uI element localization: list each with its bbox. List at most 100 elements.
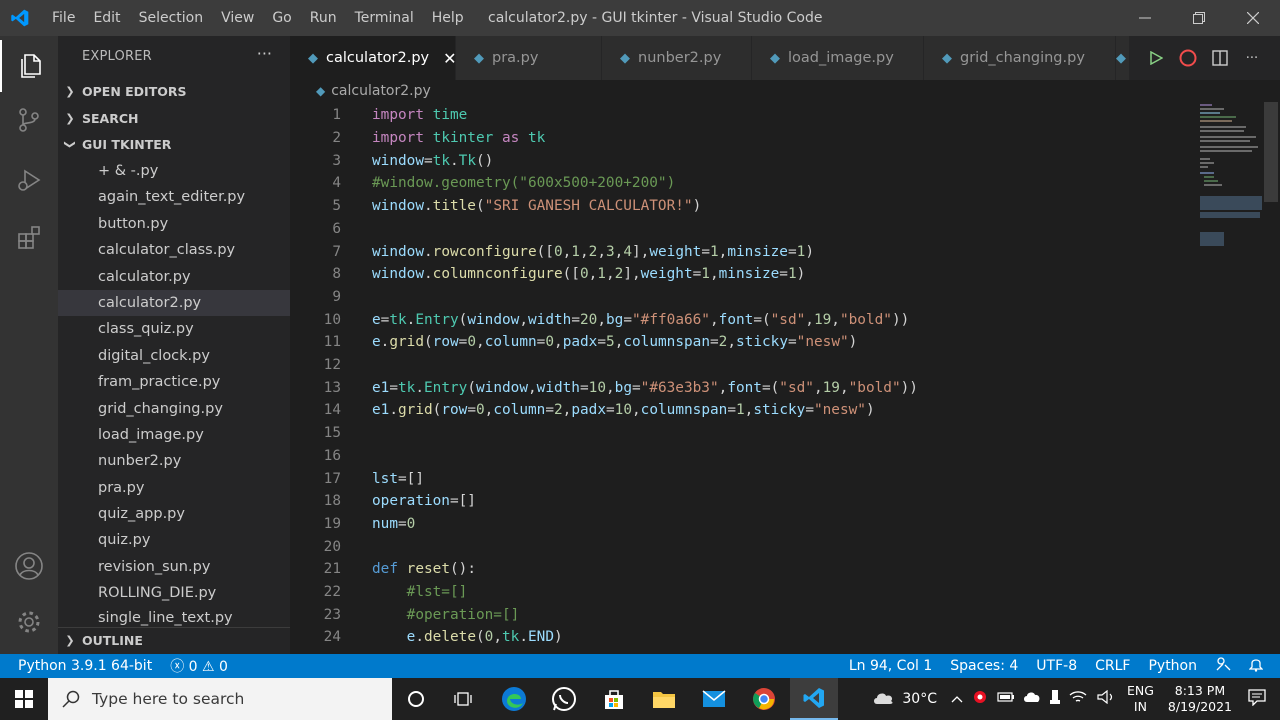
- volume-icon[interactable]: [1097, 689, 1115, 708]
- menu-go[interactable]: Go: [266, 0, 297, 36]
- python-file-icon: ◆: [770, 50, 780, 66]
- notifications-bell-icon[interactable]: [1240, 656, 1272, 676]
- wifi-icon[interactable]: [1069, 690, 1087, 708]
- start-button[interactable]: [0, 678, 48, 720]
- temperature[interactable]: 30°C: [902, 691, 937, 707]
- menu-terminal[interactable]: Terminal: [349, 0, 420, 36]
- cloud-sync-icon[interactable]: [1023, 690, 1041, 708]
- line-number: 1: [332, 107, 341, 124]
- split-editor-button[interactable]: [1204, 50, 1236, 66]
- ellipsis-icon: ···: [1245, 50, 1259, 66]
- whatsapp-icon[interactable]: [540, 678, 588, 720]
- outline-section[interactable]: ❯ OUTLINE: [58, 627, 290, 653]
- file-item[interactable]: again_text_editer.py: [58, 184, 290, 210]
- file-item[interactable]: ROLLING_DIE.py: [58, 580, 290, 606]
- search-section[interactable]: ❯ SEARCH: [58, 105, 290, 131]
- notifications-center-icon[interactable]: [1248, 688, 1266, 710]
- file-item[interactable]: class_quiz.py: [58, 316, 290, 342]
- file-item[interactable]: revision_sun.py: [58, 554, 290, 580]
- tab-nunber2[interactable]: ◆ nunber2.py: [602, 36, 752, 80]
- file-item[interactable]: + & -.py: [58, 158, 290, 184]
- python-file-icon: ◆: [316, 84, 326, 98]
- file-item[interactable]: fram_practice.py: [58, 369, 290, 395]
- folder-section[interactable]: ❯ GUI TKINTER: [58, 131, 290, 157]
- run-debug-icon[interactable]: [0, 154, 58, 206]
- cursor-position[interactable]: Ln 94, Col 1: [840, 658, 941, 674]
- account-icon[interactable]: [0, 540, 58, 592]
- menu-edit[interactable]: Edit: [87, 0, 126, 36]
- scrollbar-thumb[interactable]: [1264, 102, 1278, 202]
- mail-icon[interactable]: [690, 678, 738, 720]
- menu-selection[interactable]: Selection: [133, 0, 210, 36]
- code-line: 5 window.title("SRI GANESH CALCULATOR!"): [290, 195, 1190, 218]
- file-item[interactable]: grid_changing.py: [58, 396, 290, 422]
- file-item[interactable]: load_image.py: [58, 422, 290, 448]
- line-ending[interactable]: CRLF: [1086, 658, 1139, 674]
- settings-gear-icon[interactable]: [0, 596, 58, 648]
- tab-overflow[interactable]: ◆: [1116, 36, 1130, 80]
- tab-label: load_image.py: [788, 50, 894, 66]
- file-item[interactable]: digital_clock.py: [58, 343, 290, 369]
- source-control-icon[interactable]: [0, 94, 58, 146]
- close-tab-icon[interactable]: ✕: [443, 49, 456, 68]
- vscode-logo-icon[interactable]: [0, 0, 40, 36]
- explorer-icon[interactable]: [0, 40, 58, 92]
- minimap[interactable]: [1196, 102, 1264, 302]
- code-line: 23 #operation=[]: [290, 603, 1190, 626]
- file-item[interactable]: calculator_class.py: [58, 237, 290, 263]
- input-language[interactable]: ENG IN: [1127, 683, 1154, 715]
- usb-device-icon[interactable]: [1049, 689, 1061, 709]
- minimize-button[interactable]: [1118, 0, 1172, 36]
- file-item[interactable]: quiz_app.py: [58, 501, 290, 527]
- file-item-selected[interactable]: calculator2.py: [58, 290, 290, 316]
- menu-view[interactable]: View: [215, 0, 260, 36]
- tab-grid-changing[interactable]: ◆ grid_changing.py: [924, 36, 1116, 80]
- close-window-button[interactable]: [1226, 0, 1280, 36]
- chevron-up-icon[interactable]: [951, 692, 963, 707]
- breadcrumb-file[interactable]: calculator2.py: [331, 83, 431, 99]
- microsoft-store-icon[interactable]: [590, 678, 638, 720]
- vertical-scrollbar[interactable]: [1264, 102, 1278, 654]
- code-editor[interactable]: 1 import time 2 import tkinter as tk 3 wind…: [290, 102, 1190, 654]
- file-item[interactable]: quiz.py: [58, 527, 290, 553]
- feedback-icon[interactable]: [1206, 656, 1240, 676]
- file-item[interactable]: nunber2.py: [58, 448, 290, 474]
- open-editors-section[interactable]: ❯ OPEN EDITORS: [58, 78, 290, 104]
- restore-button[interactable]: [1172, 0, 1226, 36]
- encoding[interactable]: UTF-8: [1027, 658, 1086, 674]
- file-item[interactable]: calculator.py: [58, 264, 290, 290]
- python-interpreter[interactable]: Python 3.9.1 64-bit: [0, 658, 161, 674]
- file-item[interactable]: pra.py: [58, 475, 290, 501]
- file-item[interactable]: button.py: [58, 211, 290, 237]
- battery-icon[interactable]: [997, 691, 1015, 707]
- problems-indicator[interactable]: ⓧ 0 ⚠ 0: [161, 656, 237, 676]
- vscode-taskbar-icon[interactable]: [790, 678, 838, 720]
- tab-calculator2[interactable]: ◆ calculator2.py ✕: [290, 36, 457, 80]
- more-editor-actions-button[interactable]: ···: [1236, 51, 1268, 66]
- tab-pra[interactable]: ◆ pra.py: [456, 36, 602, 80]
- menu-file[interactable]: File: [46, 0, 81, 36]
- weather-cloud-icon[interactable]: [872, 689, 896, 709]
- cortana-icon[interactable]: [392, 678, 440, 720]
- language-mode[interactable]: Python: [1139, 658, 1206, 674]
- record-button[interactable]: [1172, 49, 1204, 67]
- task-view-icon[interactable]: [440, 678, 488, 720]
- chrome-icon[interactable]: [740, 678, 788, 720]
- clock[interactable]: 8:13 PM 8/19/2021: [1168, 683, 1232, 715]
- code-line: 17 lst=[]: [290, 467, 1190, 490]
- menu-help[interactable]: Help: [426, 0, 470, 36]
- file-item[interactable]: single_line_text.py: [58, 607, 290, 627]
- indentation[interactable]: Spaces: 4: [941, 658, 1027, 674]
- record-tray-icon[interactable]: [973, 690, 987, 708]
- folder-label: GUI TKINTER: [82, 136, 172, 152]
- tab-load-image[interactable]: ◆ load_image.py: [752, 36, 924, 80]
- run-python-button[interactable]: [1140, 51, 1172, 65]
- file-explorer-icon[interactable]: [640, 678, 688, 720]
- extensions-icon[interactable]: [0, 212, 58, 264]
- python-file-icon: ◆: [942, 50, 952, 66]
- editor-tabs: ◆ calculator2.py ✕ ◆ pra.py ◆ nunber2.py…: [290, 36, 1280, 80]
- taskbar-search-box[interactable]: Type here to search: [48, 678, 392, 720]
- edge-browser-icon[interactable]: [490, 678, 538, 720]
- menu-run[interactable]: Run: [304, 0, 343, 36]
- more-actions-button[interactable]: ···: [257, 44, 272, 63]
